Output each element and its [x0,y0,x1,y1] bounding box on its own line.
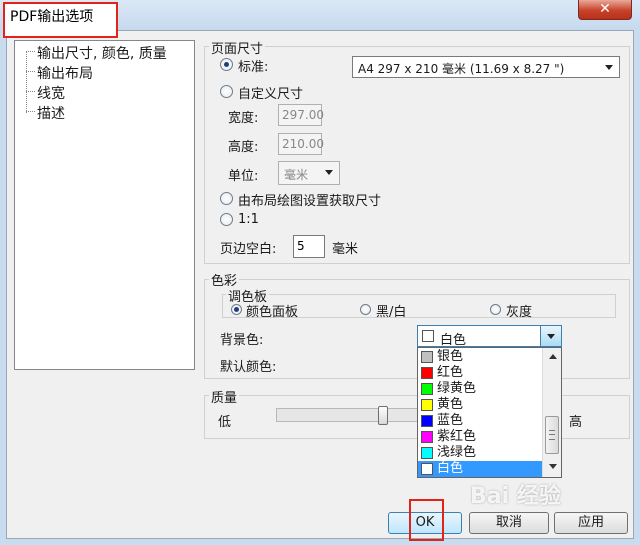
one-to-one-label: 1:1 [238,212,259,227]
close-icon: ✕ [599,1,611,17]
unit-label: 单位: [228,169,259,184]
bg-color-dropdown[interactable]: 银色 红色 绿黄色 黄色 蓝色 紫红色 浅绿色 白色 [417,347,562,478]
page-size-title: 页面尺寸 [209,38,266,57]
chevron-down-icon [599,57,619,77]
apply-button[interactable]: 应用 [554,512,628,534]
standard-size-value: A4 297 x 210 毫米 (11.69 x 8.27 ") [358,62,565,76]
tree-connector [26,91,35,92]
standard-size-label: 标准: [238,60,269,75]
default-color-label: 默认颜色: [220,360,277,375]
color-swatch [421,447,433,459]
tree-item-output-layout[interactable]: 输出布局 [37,63,93,83]
color-option[interactable]: 绿黄色 [418,381,542,397]
quality-title: 质量 [209,387,240,406]
watermark: Bai 经验 [470,484,561,509]
standard-size-radio[interactable] [220,58,233,71]
palette-gray-label: 灰度 [506,305,533,320]
tree-connector [26,71,35,72]
page-size-group [204,46,630,264]
custom-size-label: 自定义尺寸 [238,87,304,102]
bg-color-value: 白色 [440,333,467,347]
quality-high-label: 高 [569,415,583,430]
color-option[interactable]: 浅绿色 [418,445,542,461]
palette-gray-radio[interactable] [490,304,501,315]
color-swatch [421,351,433,363]
chevron-down-icon [319,162,339,184]
unit-select[interactable]: 毫米 [278,161,340,185]
margin-unit: 毫米 [332,242,359,257]
chevron-down-icon [549,464,557,469]
scroll-up-button[interactable] [546,350,559,364]
color-swatch [421,367,433,379]
color-option[interactable]: 黄色 [418,397,542,413]
bg-color-label: 背景色: [220,333,264,348]
palette-bw-label: 黑/白 [376,305,407,320]
color-option[interactable]: 银色 [418,349,542,365]
from-layout-label: 由布局绘图设置获取尺寸 [238,194,382,209]
chevron-down-icon [540,326,561,346]
palette-color-radio[interactable] [231,304,242,315]
standard-size-select[interactable]: A4 297 x 210 毫米 (11.69 x 8.27 ") [352,56,620,78]
height-field[interactable]: 210.00 [278,133,324,155]
width-field[interactable]: 297.00 [278,104,324,126]
ok-highlight [409,499,444,541]
from-layout-radio[interactable] [220,192,233,205]
color-swatch [422,330,434,342]
color-swatch [421,383,433,395]
tree-item-description[interactable]: 描述 [37,103,65,123]
bg-color-select[interactable]: 白色 [417,325,562,347]
options-tree[interactable]: 输出尺寸, 颜色, 质量 输出布局 线宽 描述 [14,40,195,370]
margin-label: 页边空白: [220,242,277,257]
color-swatch [421,463,433,475]
color-swatch [421,431,433,443]
height-label: 高度: [228,140,259,155]
one-to-one-radio[interactable] [220,213,233,226]
tree-item-line-width[interactable]: 线宽 [37,83,65,103]
margin-field[interactable]: 5 [293,235,325,258]
tree-item-output-size[interactable]: 输出尺寸, 颜色, 质量 [37,43,167,63]
custom-size-radio[interactable] [220,85,233,98]
dropdown-scrollbar[interactable] [542,348,561,477]
tree-connector [26,111,35,112]
cancel-button[interactable]: 取消 [469,512,549,534]
close-button[interactable]: ✕ [578,0,632,20]
chevron-up-icon [549,354,557,359]
color-option[interactable]: 白色 [418,461,542,477]
palette-bw-radio[interactable] [360,304,371,315]
quality-slider-thumb[interactable] [378,406,389,425]
color-option[interactable]: 蓝色 [418,413,542,429]
quality-low-label: 低 [218,415,232,430]
scroll-thumb[interactable] [545,416,559,454]
palette-color-label: 颜色面板 [246,305,299,320]
tree-connector [26,51,35,52]
color-option[interactable]: 红色 [418,365,542,381]
grip-icon [549,430,555,440]
width-label: 宽度: [228,111,259,126]
unit-value: 毫米 [284,168,309,182]
color-option[interactable]: 紫红色 [418,429,542,445]
grip-icon [549,434,555,435]
window-title: PDF输出选项 [10,9,94,25]
scroll-down-button[interactable] [546,460,559,474]
color-swatch [421,415,433,427]
color-swatch [421,399,433,411]
tree-connector [26,51,27,113]
